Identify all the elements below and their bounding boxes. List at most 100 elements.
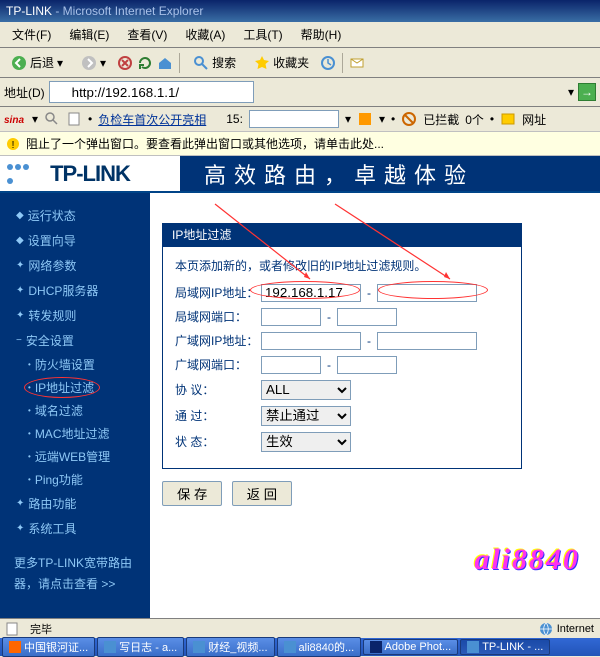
watermark: ali8840: [474, 543, 580, 577]
task-item-0[interactable]: 中国银河证...: [2, 637, 95, 657]
sidebar-item-wizard[interactable]: ◆设置向导: [0, 228, 150, 253]
refresh-icon[interactable]: [137, 55, 153, 71]
stop-icon[interactable]: [117, 55, 133, 71]
sina-news-link[interactable]: 负检车首次公开亮相: [98, 111, 206, 128]
sina-combo[interactable]: [249, 110, 339, 128]
search-button[interactable]: 搜索: [186, 51, 243, 74]
sina-dropdown-icon[interactable]: ▾: [32, 112, 38, 126]
sidebar-item-security[interactable]: −安全设置: [0, 328, 150, 353]
forward-button[interactable]: ▾: [74, 52, 113, 74]
url-icon[interactable]: [500, 111, 516, 127]
menu-fav[interactable]: 收藏(A): [177, 24, 233, 45]
address-input[interactable]: [49, 81, 254, 103]
menu-file[interactable]: 文件(F): [4, 24, 59, 45]
menubar: 文件(F) 编辑(E) 查看(V) 收藏(A) 工具(T) 帮助(H): [0, 22, 600, 48]
page-content: TP-LINK 高效路由，卓越体验 ◆运行状态 ◆设置向导 ✦网络参数 ✦DHC…: [0, 156, 600, 618]
banner: TP-LINK 高效路由，卓越体验: [0, 156, 600, 191]
favorites-button[interactable]: 收藏夹: [247, 51, 316, 74]
status-bar: 完毕 Internet: [0, 618, 600, 638]
banner-slogan: 高效路由，卓越体验: [180, 156, 600, 191]
sina-search-icon[interactable]: [44, 111, 60, 127]
label-lan-ip: 局域网IP地址：: [175, 284, 261, 301]
sidebar-sub-firewall[interactable]: •防火墙设置: [0, 353, 150, 376]
search-icon: [193, 55, 209, 71]
sina-color-icon[interactable]: [357, 111, 373, 127]
task-item-2[interactable]: 财经_视频...: [186, 637, 274, 657]
label-status: 状 态：: [175, 433, 261, 450]
input-wan-ip-end[interactable]: [377, 332, 477, 350]
address-label: 地址(D): [4, 84, 45, 101]
sina-dd2[interactable]: ▾: [379, 112, 385, 126]
task-label: 中国银河证...: [24, 639, 88, 655]
go-button[interactable]: →: [578, 83, 596, 101]
sina-doc-icon[interactable]: [66, 111, 82, 127]
sidebar-sub-label: 远端WEB管理: [35, 448, 110, 465]
select-pass[interactable]: 禁止通过: [261, 406, 351, 426]
task-label: 写日志 - a...: [119, 639, 177, 655]
popup-infobar[interactable]: ! 阻止了一个弹出窗口。要查看此弹出窗口或其他选项，请单击此处...: [0, 132, 600, 156]
sidebar-label: 转发规则: [28, 307, 76, 324]
sidebar-sub-label: 域名过滤: [35, 402, 83, 419]
sidebar-sub-macfilter[interactable]: •MAC地址过滤: [0, 422, 150, 445]
sidebar-more-line1: 更多TP-LINK宽带路由: [14, 553, 136, 575]
back-icon: [11, 55, 27, 71]
sidebar-sub-ipfilter[interactable]: •IP地址过滤: [0, 376, 150, 399]
blocked-count: 0个: [465, 111, 484, 128]
ie-icon: [104, 641, 116, 653]
svg-text:!: !: [12, 140, 15, 151]
input-lan-port-end[interactable]: [337, 308, 397, 326]
task-item-1[interactable]: 写日志 - a...: [97, 637, 184, 657]
menu-view[interactable]: 查看(V): [119, 24, 175, 45]
input-wan-port-start[interactable]: [261, 356, 321, 374]
forward-dropdown-icon[interactable]: ▾: [100, 56, 106, 70]
zone-label: Internet: [557, 623, 594, 635]
save-button[interactable]: 保 存: [162, 481, 222, 506]
sidebar-label: 运行状态: [28, 207, 76, 224]
sidebar-item-routing[interactable]: ✦路由功能: [0, 491, 150, 516]
sidebar-sub-remoteweb[interactable]: •远端WEB管理: [0, 445, 150, 468]
input-wan-port-end[interactable]: [337, 356, 397, 374]
task-label: 财经_视频...: [208, 639, 267, 655]
sidebar-item-network[interactable]: ✦网络参数: [0, 253, 150, 278]
task-item-5[interactable]: TP-LINK - ...: [460, 639, 550, 655]
select-status[interactable]: 生效: [261, 432, 351, 452]
task-label: TP-LINK - ...: [482, 641, 543, 653]
task-item-4[interactable]: Adobe Phot...: [363, 639, 458, 655]
sidebar-more[interactable]: 更多TP-LINK宽带路由 器，请点击查看 >>: [0, 541, 150, 608]
panel-body: 本页添加新的，或者修改旧的IP地址过滤规则。 局域网IP地址： - 局域网端口：…: [162, 246, 522, 469]
sina-separator: •: [88, 112, 92, 126]
menu-tools[interactable]: 工具(T): [235, 24, 290, 45]
sidebar-sub-ping[interactable]: •Ping功能: [0, 468, 150, 491]
menu-edit[interactable]: 编辑(E): [61, 24, 117, 45]
label-wan-ip: 广域网IP地址：: [175, 332, 261, 349]
input-lan-ip-end[interactable]: [377, 284, 477, 302]
banner-logo-area: TP-LINK: [0, 156, 180, 191]
sidebar-item-dhcp[interactable]: ✦DHCP服务器: [0, 278, 150, 303]
home-icon[interactable]: [157, 55, 173, 71]
label-protocol: 协 议：: [175, 381, 261, 398]
sidebar-item-forwarding[interactable]: ✦转发规则: [0, 303, 150, 328]
mail-icon[interactable]: [349, 55, 365, 71]
sina-combo-dropdown-icon[interactable]: ▾: [345, 112, 351, 126]
input-lan-ip-start[interactable]: [261, 284, 361, 302]
sina-sep3: •: [490, 112, 494, 126]
done-icon: [6, 622, 20, 636]
history-icon[interactable]: [320, 55, 336, 71]
row-protocol: 协 议： ALL: [175, 380, 509, 400]
back-button[interactable]: 后退 ▾: [4, 51, 70, 74]
sidebar-item-system[interactable]: ✦系统工具: [0, 516, 150, 541]
address-dropdown-icon[interactable]: ▾: [568, 85, 574, 99]
back-button[interactable]: 返 回: [232, 481, 292, 506]
select-protocol[interactable]: ALL: [261, 380, 351, 400]
label-lan-port: 局域网端口：: [175, 308, 261, 325]
sina-logo-icon[interactable]: sina: [4, 111, 26, 127]
back-dropdown-icon[interactable]: ▾: [57, 56, 63, 70]
sidebar-sub-domainfilter[interactable]: •域名过滤: [0, 399, 150, 422]
input-lan-port-start[interactable]: [261, 308, 321, 326]
urls-label[interactable]: 网址: [522, 111, 546, 128]
task-item-3[interactable]: ali8840的...: [277, 637, 362, 657]
sidebar-item-status[interactable]: ◆运行状态: [0, 203, 150, 228]
menu-help[interactable]: 帮助(H): [293, 24, 350, 45]
security-zone[interactable]: Internet: [539, 622, 594, 636]
input-wan-ip-start[interactable]: [261, 332, 361, 350]
